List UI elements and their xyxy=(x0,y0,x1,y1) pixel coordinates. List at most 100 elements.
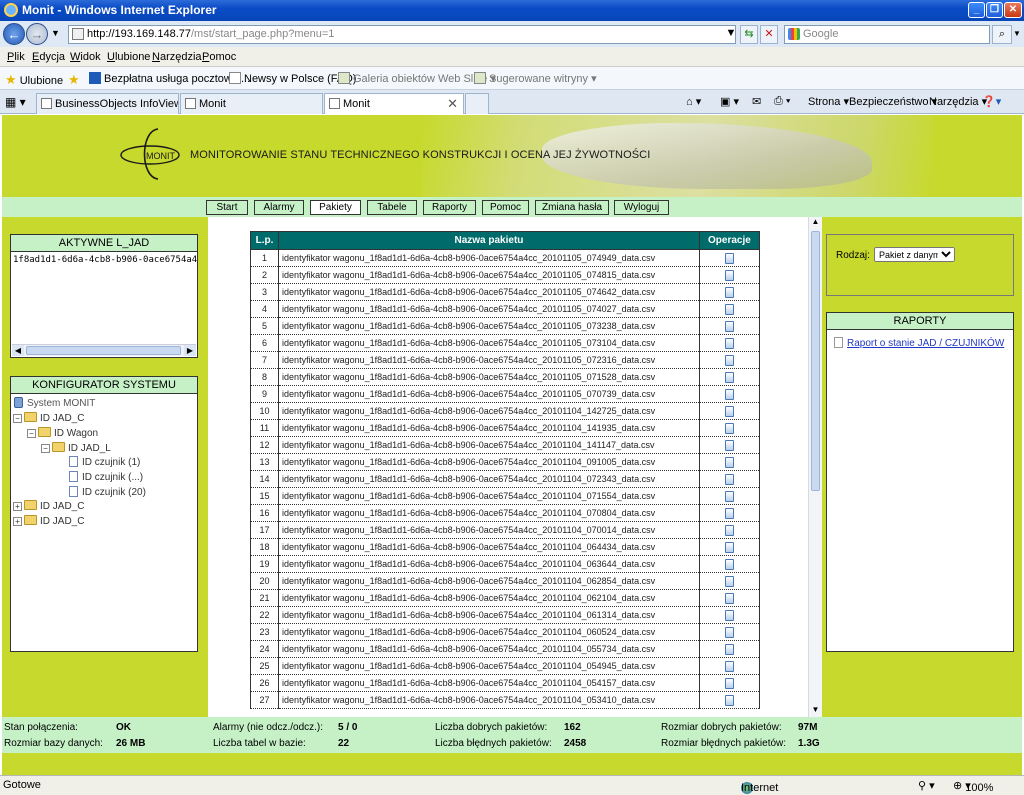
scroll-up-icon[interactable]: ▲ xyxy=(809,217,822,229)
safety-menu[interactable]: Bezpieczeństwo ▾ xyxy=(849,95,937,108)
back-button[interactable]: ← xyxy=(3,23,25,45)
print-icon[interactable]: ⎙ ▾ xyxy=(774,95,790,108)
download-icon[interactable] xyxy=(724,626,734,638)
close-window-button[interactable]: ✕ xyxy=(1004,2,1022,18)
download-icon[interactable] xyxy=(724,694,734,706)
protected-mode-icon[interactable]: ⚲ ▾ xyxy=(918,779,935,792)
tree-node-czujnik-dots[interactable]: ID czujnik (...) xyxy=(69,471,143,483)
download-icon[interactable] xyxy=(724,422,734,434)
download-icon[interactable] xyxy=(724,541,734,553)
tree-node-system[interactable]: System MONIT xyxy=(14,397,95,409)
collapse-icon[interactable]: − xyxy=(41,444,50,453)
scroll-down-icon[interactable]: ▼ xyxy=(809,705,822,717)
download-icon[interactable] xyxy=(724,490,734,502)
download-icon[interactable] xyxy=(724,558,734,570)
tree-node-czujnik-1[interactable]: ID czujnik (1) xyxy=(69,456,140,468)
download-icon[interactable] xyxy=(724,252,734,264)
minimize-button[interactable]: _ xyxy=(968,2,985,18)
scroll-thumb[interactable] xyxy=(26,346,181,355)
download-icon[interactable] xyxy=(724,337,734,349)
download-icon[interactable] xyxy=(724,388,734,400)
download-icon[interactable] xyxy=(724,473,734,485)
favorites-button[interactable]: ★ Ulubione xyxy=(5,72,63,88)
page-menu[interactable]: Strona ▾ xyxy=(808,95,849,108)
menu-view[interactable]: Widok xyxy=(70,51,101,63)
download-icon[interactable] xyxy=(724,456,734,468)
nav-alarmy[interactable]: Alarmy xyxy=(254,200,304,215)
search-icon[interactable]: ⌕ xyxy=(992,25,1012,44)
download-icon[interactable] xyxy=(724,507,734,519)
horizontal-scrollbar[interactable]: ◀ ▶ xyxy=(12,344,196,356)
download-icon[interactable] xyxy=(724,320,734,332)
menu-favorites[interactable]: Ulubione xyxy=(107,51,150,63)
tree-node-jad-c-2[interactable]: + ID JAD_C xyxy=(13,500,84,512)
expand-icon[interactable]: + xyxy=(13,502,22,511)
tools-menu[interactable]: Narzędzia ▾ xyxy=(929,95,987,108)
history-dropdown-icon[interactable]: ▼ xyxy=(51,28,60,38)
expand-icon[interactable]: + xyxy=(13,517,22,526)
search-options-icon[interactable]: ▼ xyxy=(1013,29,1021,38)
menu-edit[interactable]: Edycja xyxy=(32,51,65,63)
nav-wyloguj[interactable]: Wyloguj xyxy=(614,200,669,215)
nav-start[interactable]: Start xyxy=(206,200,248,215)
tree-node-czujnik-20[interactable]: ID czujnik (20) xyxy=(69,486,146,498)
maximize-button[interactable]: ❐ xyxy=(986,2,1003,18)
nav-pomoc[interactable]: Pomoc xyxy=(482,200,529,215)
type-select[interactable]: Pakiet z danymi xyxy=(874,247,955,262)
mail-read-icon[interactable]: ✉ xyxy=(752,95,761,108)
home-icon[interactable]: ⌂ ▾ xyxy=(686,95,701,108)
download-icon[interactable] xyxy=(724,592,734,604)
favorite-link-suggested[interactable]: Sugerowane witryny ▾ xyxy=(474,72,597,85)
forward-button[interactable]: → xyxy=(26,23,48,45)
help-icon[interactable]: ❓▾ xyxy=(982,95,1001,108)
download-icon[interactable] xyxy=(724,439,734,451)
tab-monit-1[interactable]: Monit xyxy=(180,93,323,114)
favorite-link-mail[interactable]: Bezpłatna usługa pocztowa ... xyxy=(89,72,250,85)
scroll-left-icon[interactable]: ◀ xyxy=(12,345,24,356)
collapse-icon[interactable]: − xyxy=(27,429,36,438)
menu-help[interactable]: Pomoc xyxy=(202,51,236,63)
stop-icon[interactable]: ✕ xyxy=(760,25,778,44)
download-icon[interactable] xyxy=(724,354,734,366)
quick-tabs-icon[interactable]: ▦ ▾ xyxy=(5,95,26,109)
download-icon[interactable] xyxy=(724,575,734,587)
download-icon[interactable] xyxy=(724,405,734,417)
tree-node-wagon[interactable]: − ID Wagon xyxy=(27,427,98,439)
active-ljad-value[interactable]: 1f8ad1d1-6d6a-4cb8-b906-0ace6754a4c xyxy=(11,252,197,268)
favorite-link-webslice[interactable]: Galeria obiektów Web Slice ▾ xyxy=(338,72,496,85)
address-input[interactable]: http://193.169.148.77/mst/start_page.php… xyxy=(68,25,736,44)
collapse-icon[interactable]: − xyxy=(13,414,22,423)
vertical-scrollbar[interactable]: ▲ ▼ xyxy=(808,217,822,717)
tree-node-jad-l[interactable]: − ID JAD_L xyxy=(41,442,111,454)
download-icon[interactable] xyxy=(724,286,734,298)
nav-tabele[interactable]: Tabele xyxy=(367,200,417,215)
download-icon[interactable] xyxy=(724,660,734,672)
search-input[interactable]: Google xyxy=(784,25,990,44)
nav-raporty[interactable]: Raporty xyxy=(423,200,476,215)
download-icon[interactable] xyxy=(724,371,734,383)
scroll-right-icon[interactable]: ▶ xyxy=(184,345,196,356)
download-icon[interactable] xyxy=(724,269,734,281)
add-favorite-icon[interactable]: ★ xyxy=(68,72,80,88)
address-dropdown-icon[interactable]: ▼ xyxy=(722,25,740,44)
download-icon[interactable] xyxy=(724,609,734,621)
close-tab-icon[interactable]: ✕ xyxy=(447,96,458,112)
tab-monit-active[interactable]: Monit ✕ xyxy=(324,93,464,114)
scroll-thumb[interactable] xyxy=(811,231,820,491)
menu-tools[interactable]: Narzędzia xyxy=(152,51,202,63)
nav-zmiana-hasla[interactable]: Zmiana hasła xyxy=(535,200,609,215)
tree-node-jad-c-3[interactable]: + ID JAD_C xyxy=(13,515,84,527)
tree-node-jad-c-1[interactable]: − ID JAD_C xyxy=(13,412,84,424)
feeds-icon[interactable]: ▣ ▾ xyxy=(720,95,739,108)
zoom-control[interactable]: ⊕ 100% ▾ xyxy=(953,779,993,794)
menu-file[interactable]: Plik xyxy=(7,51,25,63)
download-icon[interactable] xyxy=(724,643,734,655)
refresh-icon[interactable]: ⇆ xyxy=(740,25,758,44)
download-icon[interactable] xyxy=(724,677,734,689)
report-link[interactable]: Raport o stanie JAD / CZUJNIKÓW xyxy=(834,337,1004,349)
tab-businessobjects[interactable]: BusinessObjects InfoView - Z... xyxy=(36,93,179,114)
download-icon[interactable] xyxy=(724,524,734,536)
new-tab-button[interactable] xyxy=(465,93,489,114)
nav-pakiety[interactable]: Pakiety xyxy=(310,200,361,215)
download-icon[interactable] xyxy=(724,303,734,315)
